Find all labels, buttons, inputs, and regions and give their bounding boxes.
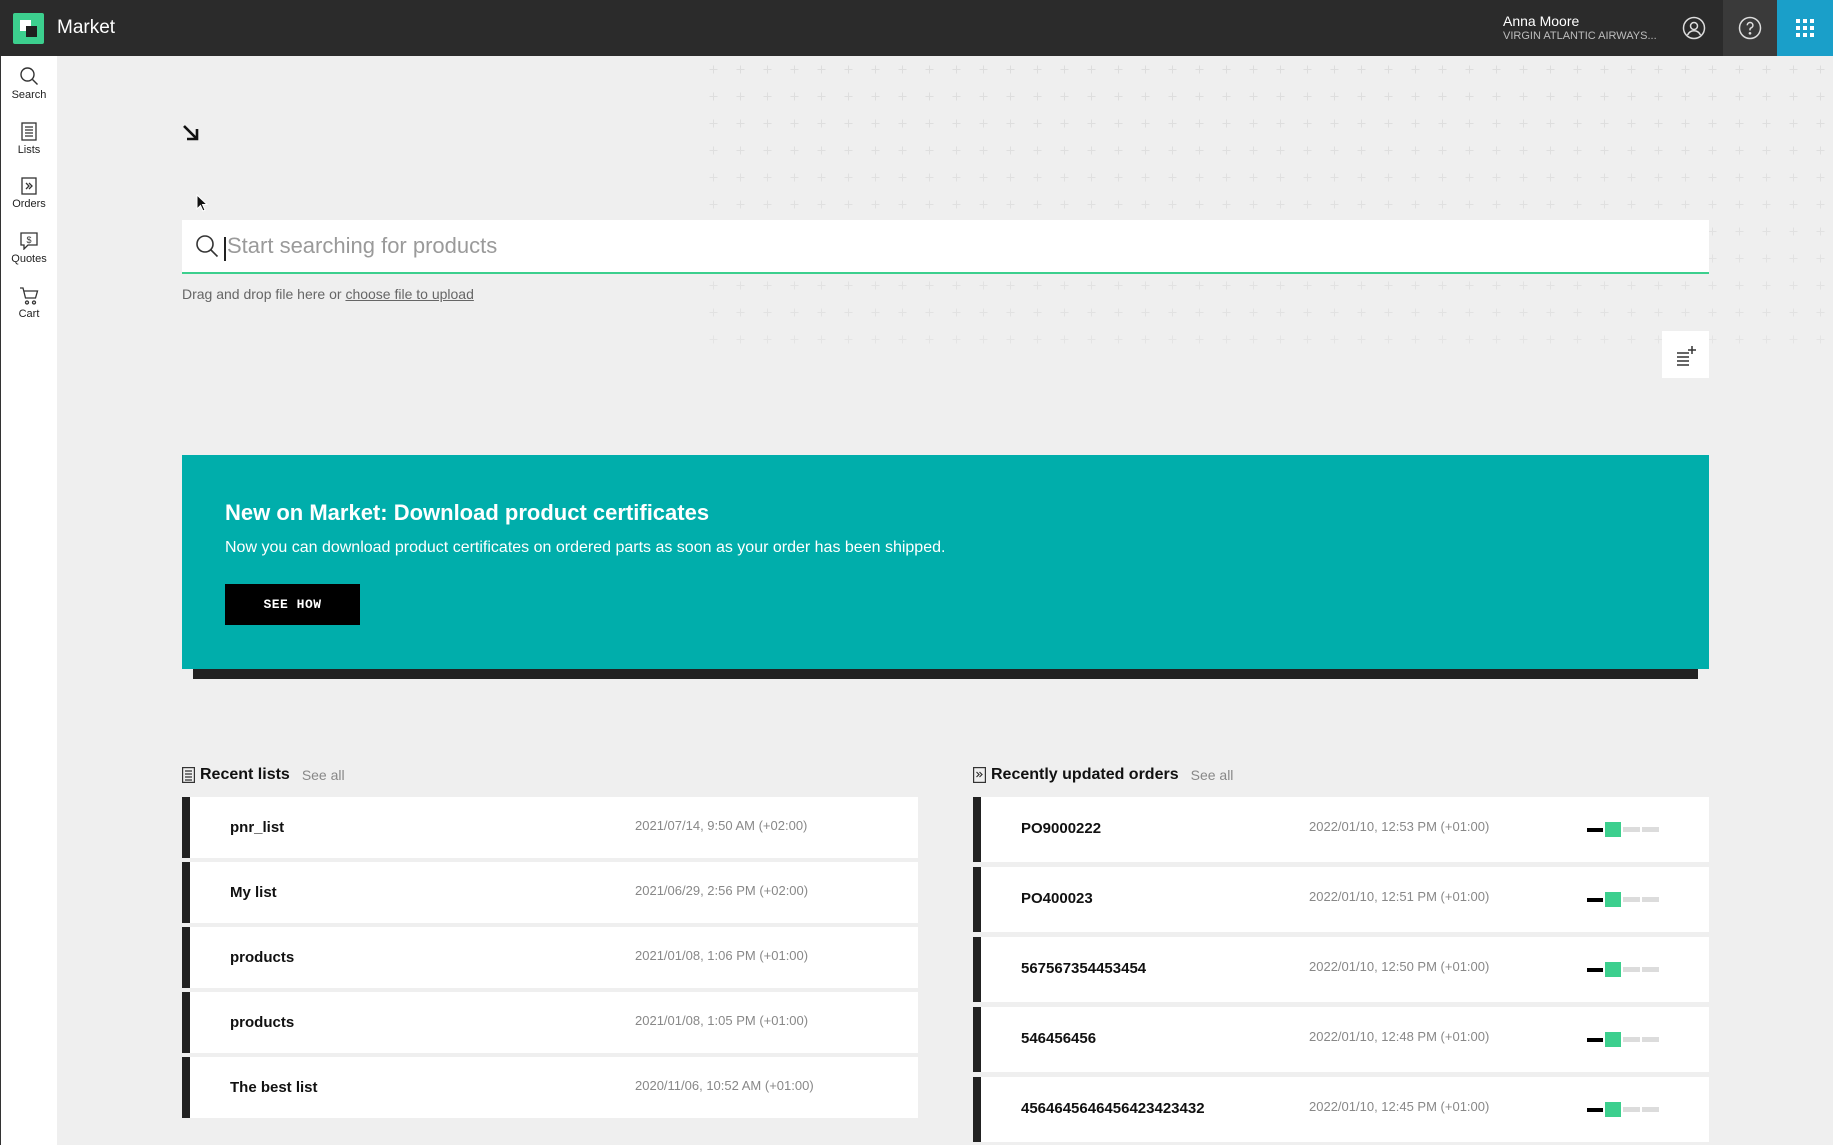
list-row[interactable]: The best list 2020/11/06, 10:52 AM (+01:… — [182, 1057, 918, 1118]
sidebar: Search Lists Orders $ Quotes Cart — [0, 56, 57, 1145]
list-date: 2021/01/08, 1:05 PM (+01:00) — [635, 1013, 809, 1028]
recent-lists-header: Recent lists See all — [182, 766, 345, 784]
decorative-grid — [700, 56, 1833, 346]
mouse-cursor-icon — [196, 194, 208, 212]
sidebar-item-orders[interactable]: Orders — [1, 166, 57, 221]
see-all-lists-link[interactable]: See all — [302, 767, 345, 783]
list-name: products — [230, 1014, 295, 1031]
sidebar-item-label: Lists — [17, 143, 41, 156]
order-row[interactable]: PO400023 2022/01/10, 12:51 PM (+01:00) — [973, 867, 1709, 932]
order-status-progress — [1587, 1032, 1659, 1047]
sidebar-item-label: Quotes — [11, 253, 47, 265]
section-title: Recent lists — [200, 766, 290, 783]
orders-icon — [21, 177, 37, 195]
sidebar-item-label: Cart — [18, 308, 40, 320]
order-status-progress — [1587, 822, 1659, 837]
apps-grid-icon[interactable] — [1777, 0, 1833, 56]
market-logo-icon[interactable] — [13, 13, 44, 44]
diagonal-arrow-icon — [183, 125, 199, 141]
cart-icon — [20, 287, 39, 305]
svg-text:$: $ — [26, 235, 31, 245]
order-number: 546456456 — [1021, 1030, 1097, 1047]
search-box[interactable] — [182, 220, 1709, 274]
help-icon[interactable] — [1723, 0, 1777, 56]
order-status-progress — [1587, 892, 1659, 907]
drop-hint: Drag and drop file here or choose file t… — [182, 286, 474, 302]
section-title: Recently updated orders — [991, 766, 1179, 783]
app-title: Market — [57, 17, 116, 38]
sidebar-item-search[interactable]: Search — [1, 56, 57, 111]
order-date: 2022/01/10, 12:48 PM (+01:00) — [1309, 1029, 1490, 1044]
user-profile-icon[interactable] — [1669, 0, 1719, 56]
add-to-list-button[interactable] — [1662, 331, 1709, 378]
see-how-button[interactable]: SEE HOW — [225, 584, 360, 625]
banner-text: Now you can download product certificate… — [225, 539, 946, 556]
drop-hint-text: Drag and drop file here or — [182, 286, 342, 302]
search-icon — [196, 235, 219, 258]
sidebar-item-cart[interactable]: Cart — [1, 276, 57, 331]
order-number: 4564645646456423423432 — [1021, 1100, 1205, 1117]
order-row[interactable]: 4564645646456423423432 2022/01/10, 12:45… — [973, 1077, 1709, 1142]
recent-orders-header: Recently updated orders See all — [973, 766, 1233, 784]
user-block[interactable]: Anna Moore VIRGIN ATLANTIC AIRWAYS... — [1503, 13, 1657, 43]
banner-title: New on Market: Download product certific… — [225, 500, 710, 525]
upload-file-link[interactable]: choose file to upload — [345, 286, 473, 302]
search-icon — [20, 67, 38, 85]
list-name: pnr_list — [230, 819, 285, 836]
list-row[interactable]: products 2021/01/08, 1:05 PM (+01:00) — [182, 992, 918, 1053]
order-row[interactable]: 546456456 2022/01/10, 12:48 PM (+01:00) — [973, 1007, 1709, 1072]
order-date: 2022/01/10, 12:51 PM (+01:00) — [1309, 889, 1490, 904]
order-number: PO9000222 — [1021, 820, 1102, 837]
list-row[interactable]: products 2021/01/08, 1:06 PM (+01:00) — [182, 927, 918, 988]
order-date: 2022/01/10, 12:45 PM (+01:00) — [1309, 1099, 1490, 1114]
list-add-icon — [1676, 345, 1696, 366]
sidebar-item-label: Orders — [12, 198, 46, 210]
list-icon — [182, 767, 195, 783]
order-status-progress — [1587, 962, 1659, 977]
orders-icon — [973, 767, 986, 783]
search-input[interactable] — [227, 233, 1677, 259]
list-name: The best list — [230, 1079, 318, 1096]
sidebar-item-quotes[interactable]: $ Quotes — [1, 221, 57, 276]
quotes-icon: $ — [20, 232, 38, 250]
list-name: My list — [230, 884, 277, 901]
top-bar: Market Anna Moore VIRGIN ATLANTIC AIRWAY… — [0, 0, 1833, 56]
list-date: 2021/01/08, 1:06 PM (+01:00) — [635, 948, 809, 963]
order-row[interactable]: 567567354453454 2022/01/10, 12:50 PM (+0… — [973, 937, 1709, 1002]
list-date: 2021/07/14, 9:50 AM (+02:00) — [635, 818, 808, 833]
order-number: PO400023 — [1021, 890, 1093, 907]
order-date: 2022/01/10, 12:53 PM (+01:00) — [1309, 819, 1490, 834]
list-row[interactable]: My list 2021/06/29, 2:56 PM (+02:00) — [182, 862, 918, 923]
user-org: VIRGIN ATLANTIC AIRWAYS... — [1503, 30, 1657, 42]
promo-banner: New on Market: Download product certific… — [182, 455, 1709, 669]
order-number: 567567354453454 — [1021, 960, 1147, 977]
list-date: 2021/06/29, 2:56 PM (+02:00) — [635, 883, 809, 898]
order-date: 2022/01/10, 12:50 PM (+01:00) — [1309, 959, 1490, 974]
order-status-progress — [1587, 1102, 1659, 1117]
list-date: 2020/11/06, 10:52 AM (+01:00) — [635, 1078, 814, 1093]
see-all-orders-link[interactable]: See all — [1191, 767, 1234, 783]
list-icon — [21, 121, 37, 141]
list-name: products — [230, 949, 295, 966]
sidebar-item-lists[interactable]: Lists — [1, 111, 57, 166]
text-caret — [224, 237, 226, 261]
list-row[interactable]: pnr_list 2021/07/14, 9:50 AM (+02:00) — [182, 797, 918, 858]
user-name: Anna Moore — [1503, 13, 1580, 29]
sidebar-item-label: Search — [11, 89, 47, 101]
order-row[interactable]: PO9000222 2022/01/10, 12:53 PM (+01:00) — [973, 797, 1709, 862]
